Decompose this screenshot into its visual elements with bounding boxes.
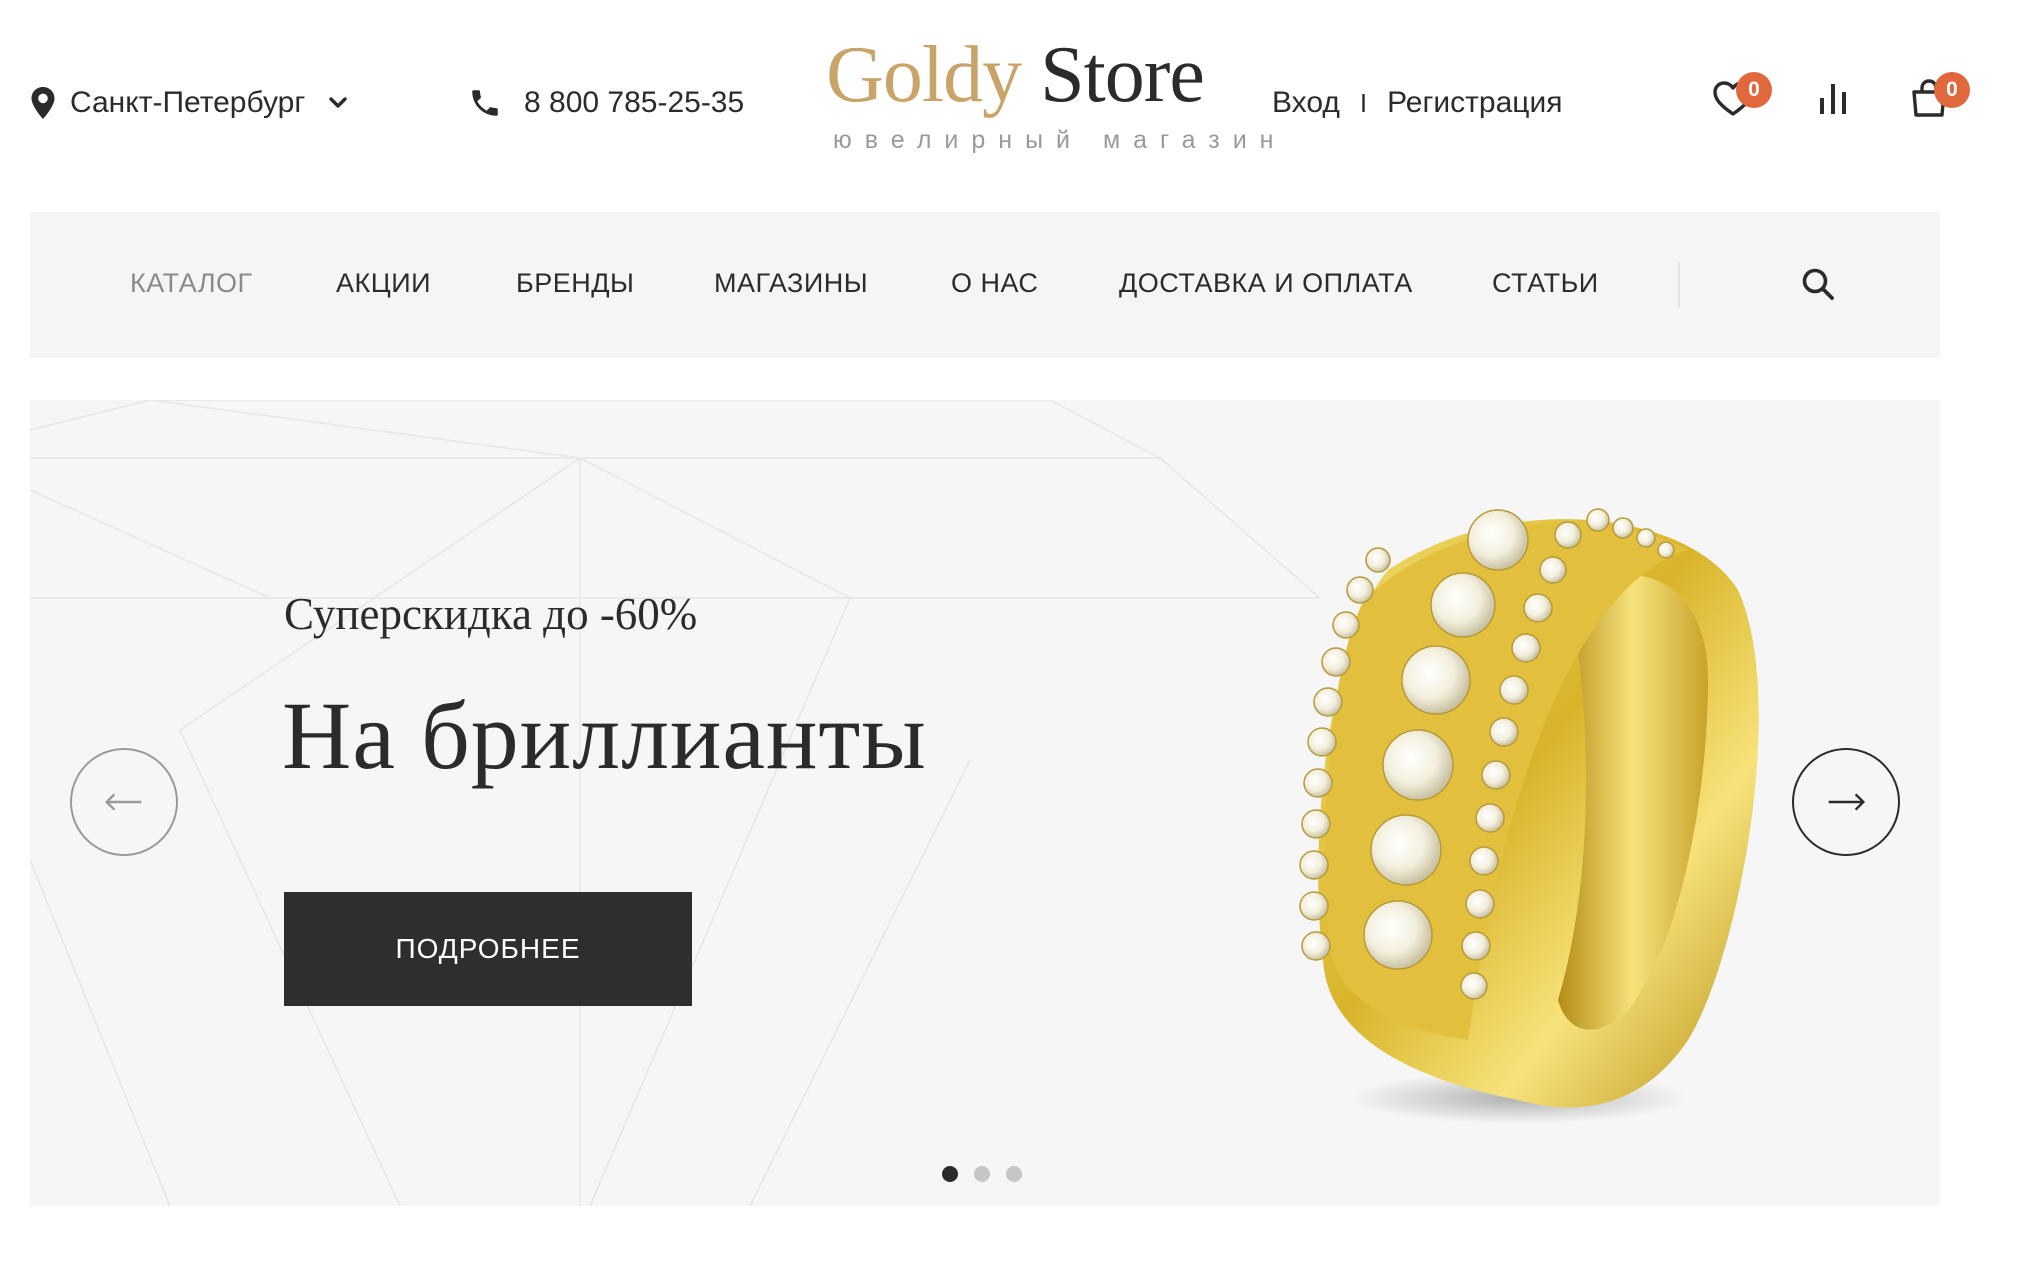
site-header: Санкт-Петербург 8 800 785-25-35 Goldy St… (0, 0, 2022, 200)
favorites-button[interactable]: 0 (1710, 72, 1772, 122)
slider-pagination (942, 1166, 1022, 1182)
more-button[interactable]: ПОДРОБНЕЕ (284, 892, 692, 1006)
chevron-down-icon (329, 97, 347, 108)
auth-links: Вход I Регистрация (1272, 86, 1562, 120)
city-label: Санкт-Петербург (70, 86, 306, 119)
nav-divider (1678, 262, 1680, 308)
compare-button[interactable] (1810, 76, 1856, 122)
slider-dot-1[interactable] (942, 1166, 958, 1182)
phone-number: 8 800 785-25-35 (524, 86, 745, 119)
arrow-left-icon (104, 793, 142, 811)
logo-word-goldy: Goldy (826, 31, 1022, 119)
logo-word-store: Store (1040, 31, 1205, 119)
city-selector[interactable]: Санкт-Петербург (30, 86, 347, 120)
cart-button[interactable]: 0 (1906, 72, 1970, 122)
auth-separator: I (1359, 87, 1368, 118)
slider-dot-2[interactable] (974, 1166, 990, 1182)
favorites-count-badge: 0 (1736, 72, 1772, 108)
phone-icon (472, 90, 498, 116)
site-logo[interactable]: Goldy Store ювелирный магазин (820, 30, 1287, 160)
hero-slider: Суперскидка до -60% На бриллианты ПОДРОБ… (30, 400, 1940, 1206)
main-nav: КАТАЛОГ АКЦИИ БРЕНДЫ МАГАЗИНЫ О НАС ДОСТ… (30, 212, 1940, 358)
bar-chart-icon (1820, 84, 1846, 114)
arrow-right-icon (1828, 793, 1866, 811)
login-link[interactable]: Вход (1272, 86, 1340, 120)
nav-item-stores[interactable]: МАГАЗИНЫ (714, 268, 868, 299)
slider-dot-3[interactable] (1006, 1166, 1022, 1182)
phone-link[interactable]: 8 800 785-25-35 (468, 86, 744, 120)
nav-item-articles[interactable]: СТАТЬИ (1492, 268, 1599, 299)
location-pin-icon (31, 87, 55, 119)
ring-product-image (1299, 508, 1759, 1124)
nav-item-promotions[interactable]: АКЦИИ (336, 268, 431, 299)
nav-item-about[interactable]: О НАС (951, 268, 1038, 299)
nav-item-delivery[interactable]: ДОСТАВКА И ОПЛАТА (1119, 268, 1413, 299)
logo-tagline: ювелирный магазин (833, 126, 1287, 154)
nav-item-brands[interactable]: БРЕНДЫ (516, 268, 634, 299)
slider-prev-button[interactable] (70, 748, 178, 856)
hero-eyebrow: Суперскидка до -60% (284, 589, 698, 639)
register-link[interactable]: Регистрация (1387, 86, 1562, 120)
search-icon[interactable] (1800, 266, 1836, 302)
logo-wordmark: Goldy Store (820, 30, 1210, 120)
hero-title: На бриллианты (282, 682, 927, 789)
cart-count-badge: 0 (1934, 72, 1970, 108)
slider-next-button[interactable] (1792, 748, 1900, 856)
nav-item-catalog[interactable]: КАТАЛОГ (130, 268, 253, 299)
